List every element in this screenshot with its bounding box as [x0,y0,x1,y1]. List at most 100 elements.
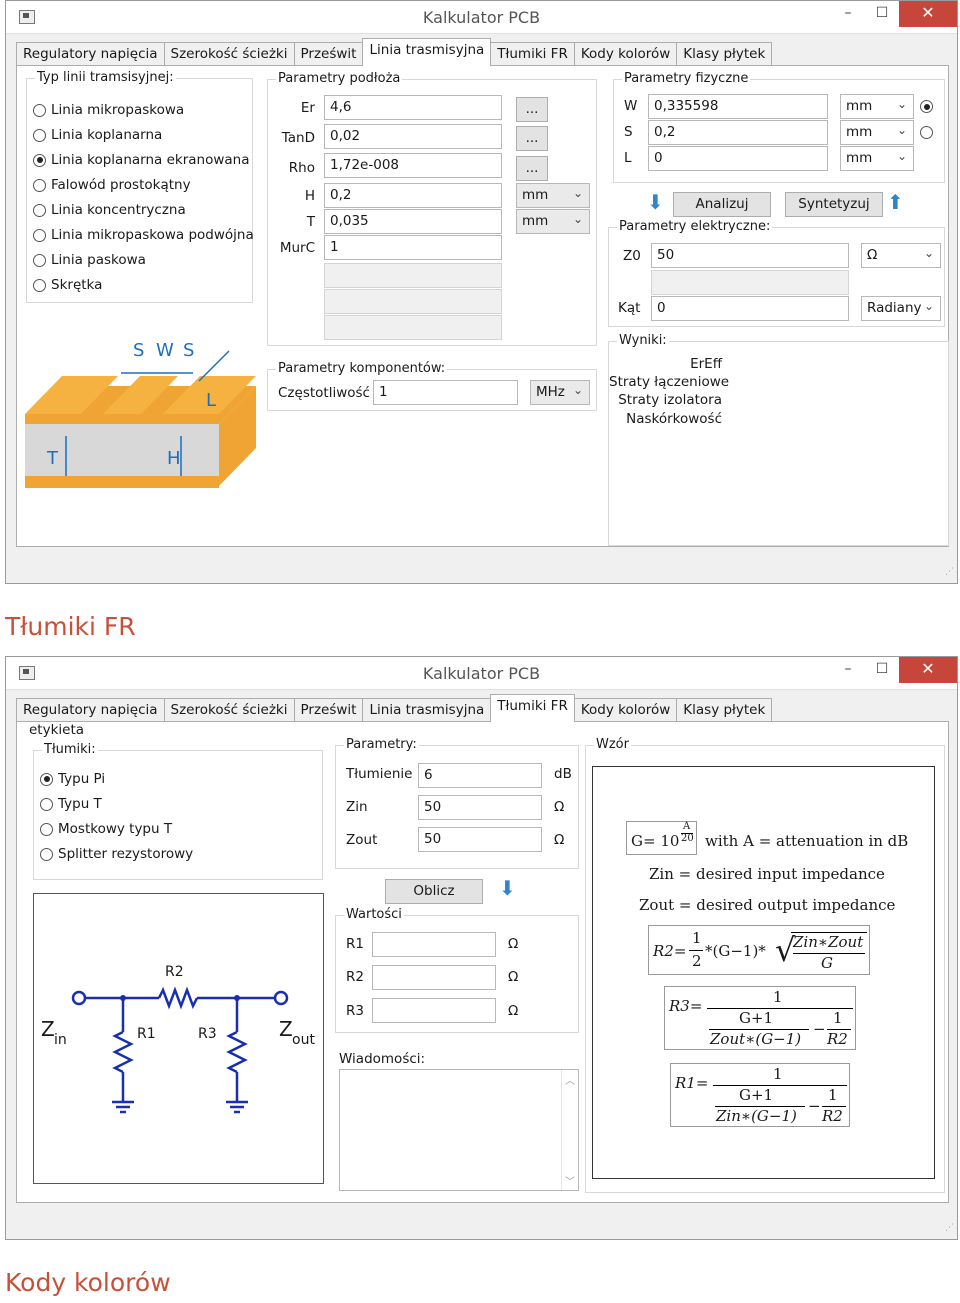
formula-group: Wzór G= 10 A 20 with A = attenuation in … [585,737,945,1193]
radio-dot-selected[interactable] [33,153,46,167]
radio-dot[interactable] [33,203,46,217]
radio-coupled-microstrip[interactable]: Linia mikropaskowa podwójna [33,227,254,243]
radio-stripline[interactable]: Linia paskowa [33,252,146,268]
tand-input[interactable]: 0,02 [324,124,502,149]
messages-textarea[interactable]: ︿ ﹀ [339,1069,579,1191]
tab-transmission-line[interactable]: Linia trasmisyjna [362,698,492,722]
radio-pi-type[interactable]: Typu Pi [40,771,105,787]
arrow-down-icon[interactable]: ⬇ [647,190,664,214]
maximize-button[interactable]: ☐ [871,1,893,27]
radio-dot[interactable] [33,278,46,292]
synthesize-button[interactable]: Syntetyzuj [785,192,883,217]
tab-board-classes[interactable]: Klasy płytek [676,42,773,66]
w-unit-select[interactable]: mm ⌄ [840,94,914,119]
g-formula-base: G= 10 [631,832,680,850]
tab-board-classes[interactable]: Klasy płytek [676,698,773,722]
radio-twisted-pair[interactable]: Skrętka [33,277,102,293]
er-input[interactable]: 4,6 [324,95,502,120]
r1-output[interactable] [372,932,496,957]
arrow-up-icon[interactable]: ⬆ [887,190,904,214]
radio-dot-selected[interactable] [40,772,53,786]
tab-voltage-regulators[interactable]: Regulatory napięcia [16,698,165,722]
h-unit-select[interactable]: mm ⌄ [516,183,590,208]
angle-unit-select[interactable]: Radiany ⌄ [861,296,941,321]
radio-rect-waveguide[interactable]: Falowód prostokątny [33,177,191,193]
s-input[interactable]: 0,2 [648,120,828,145]
zout-input[interactable]: 50 [418,827,542,852]
radio-dot[interactable] [40,797,53,811]
tab-trace-width[interactable]: Szerokość ścieżki [163,698,295,722]
radio-microstrip[interactable]: Linia mikropaskowa [33,102,184,118]
scroll-up-icon[interactable]: ︿ [562,1072,578,1087]
frequency-unit-select[interactable]: MHz ⌄ [530,380,590,405]
tab-clearance[interactable]: Prześwit [293,42,364,66]
radio-dot[interactable] [40,822,53,836]
h-unit-value: mm [522,187,549,203]
r3-a-num: G+1 [739,1009,774,1027]
w-input[interactable]: 0,335598 [648,94,828,119]
radio-resistive-splitter[interactable]: Splitter rezystorowy [40,846,193,862]
resize-grip-icon[interactable]: ⋰ [942,568,954,580]
r2-output[interactable] [372,965,496,990]
l-input[interactable]: 0 [648,146,828,171]
tab-voltage-regulators[interactable]: Regulatory napięcia [16,42,165,66]
attenuation-input[interactable]: 6 [418,763,542,788]
s-unit-select[interactable]: mm ⌄ [840,120,914,145]
er-browse-button[interactable]: ... [516,97,548,122]
tab-rf-attenuators[interactable]: Tłumiki FR [490,42,575,66]
zin-input[interactable]: 50 [418,795,542,820]
radio-dot[interactable] [33,103,46,117]
frequency-input[interactable]: 1 [373,380,518,405]
radio-dot[interactable] [920,126,933,139]
resize-grip-icon[interactable]: ⋰ [942,1224,954,1236]
minimize-button[interactable]: – [837,1,859,27]
close-button[interactable]: ✕ [899,657,957,683]
angle-input[interactable]: 0 [651,296,849,321]
radio-dot[interactable] [33,128,46,142]
r3-output[interactable] [372,998,496,1023]
l-unit-select[interactable]: mm ⌄ [840,146,914,171]
h-input[interactable]: 0,2 [324,183,502,208]
rho-browse-button[interactable]: ... [516,156,548,181]
rho-input[interactable]: 1,72e-008 [324,153,502,178]
radio-bridged-t[interactable]: Mostkowy typu T [40,821,172,837]
s-select-radio[interactable] [920,126,938,139]
r3-label: R3 [346,1003,364,1019]
maximize-button[interactable]: ☐ [871,657,893,683]
radio-coaxial[interactable]: Linia koncentryczna [33,202,186,218]
z0-unit-select[interactable]: Ω ⌄ [861,243,941,268]
scroll-down-icon[interactable]: ﹀ [562,1173,578,1188]
t-label: T [306,214,315,230]
tab-color-codes[interactable]: Kody kolorów [573,698,678,722]
tab-color-codes[interactable]: Kody kolorów [573,42,678,66]
calculate-button[interactable]: Oblicz [385,879,483,904]
messages-label: Wiadomości: [339,1051,426,1067]
tab-transmission-line[interactable]: Linia trasmisyjna [362,38,492,66]
radio-coplanar-shielded[interactable]: Linia koplanarna ekranowana [33,152,250,168]
radio-dot[interactable] [33,178,46,192]
tab-clearance[interactable]: Prześwit [293,698,364,722]
close-button[interactable]: ✕ [899,1,957,27]
component-params-group: Parametry komponentów: Częstotliwość 1 M… [267,361,597,411]
murc-input[interactable]: 1 [324,235,502,260]
radio-dot[interactable] [33,228,46,242]
t-unit-select[interactable]: mm ⌄ [516,209,590,234]
tab-trace-width[interactable]: Szerokość ścieżki [163,42,295,66]
zout-subscript: out [292,1032,315,1048]
minimize-button[interactable]: – [837,657,859,683]
r2-sqrt-num: Zin∗Zout [793,933,864,951]
radio-coplanar[interactable]: Linia koplanarna [33,127,162,143]
tab-rf-attenuators[interactable]: Tłumiki FR [490,694,575,722]
messages-scrollbar[interactable]: ︿ ﹀ [561,1070,578,1190]
radio-dot-selected[interactable] [920,100,933,113]
radio-dot[interactable] [40,847,53,861]
tand-browse-button[interactable]: ... [516,126,548,151]
radio-dot[interactable] [33,253,46,267]
t-input[interactable]: 0,035 [324,209,502,234]
w-select-radio[interactable] [920,100,938,113]
radio-label: Linia mikropaskowa podwójna [51,227,254,243]
arrow-down-icon[interactable]: ⬇ [499,876,516,900]
analyze-button[interactable]: Analizuj [673,192,771,217]
radio-t-type[interactable]: Typu T [40,796,102,812]
z0-input[interactable]: 50 [651,243,849,268]
